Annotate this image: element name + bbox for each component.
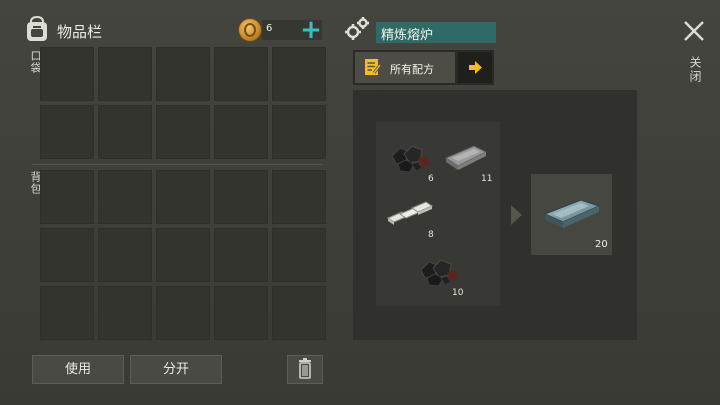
ingredient-slot[interactable]: 8: [382, 190, 436, 244]
backpack-icon: [27, 15, 47, 41]
inventory-slot[interactable]: [214, 170, 268, 224]
inventory-slot[interactable]: [214, 286, 268, 340]
inventory-slot[interactable]: [98, 47, 152, 101]
ingredients-box: 6 11 8 10: [376, 122, 500, 306]
ingredient-count: 6: [428, 174, 434, 184]
backpack-grid: [40, 170, 326, 340]
coin-icon: [238, 18, 262, 42]
close-icon[interactable]: [682, 19, 706, 43]
inventory-slot[interactable]: [98, 286, 152, 340]
output-count: 20: [595, 239, 608, 250]
silver-bars-icon: [386, 201, 434, 225]
inventory-slot[interactable]: [214, 228, 268, 282]
ingredient-slot[interactable]: 11: [440, 134, 494, 188]
coin-count: 6: [266, 23, 273, 34]
inventory-slot[interactable]: [272, 286, 326, 340]
inventory-slot[interactable]: [40, 170, 94, 224]
inventory-slot[interactable]: [40, 105, 94, 159]
inventory-slot[interactable]: [272, 105, 326, 159]
furnace-title: 精炼熔炉: [381, 28, 434, 43]
inventory-slot[interactable]: [156, 47, 210, 101]
inventory-slot[interactable]: [272, 228, 326, 282]
close-label[interactable]: 关闭: [687, 56, 704, 84]
inventory-slot[interactable]: [272, 170, 326, 224]
use-button[interactable]: 使用: [32, 355, 124, 384]
recipe-book-icon: [365, 59, 382, 75]
arrow-right-icon: [469, 61, 482, 74]
add-coins-button[interactable]: +: [300, 17, 322, 43]
ingredient-slot[interactable]: 6: [382, 134, 436, 188]
trash-icon: [299, 358, 311, 379]
ingredient-count: 8: [428, 230, 434, 240]
inventory-slot[interactable]: [156, 105, 210, 159]
all-recipes-label: 所有配方: [390, 63, 434, 76]
ingredient-slot[interactable]: 10: [411, 248, 465, 302]
inventory-slot[interactable]: [40, 228, 94, 282]
inventory-slot[interactable]: [214, 47, 268, 101]
split-button[interactable]: 分开: [130, 355, 222, 384]
inventory-slot[interactable]: [40, 47, 94, 101]
divider: [32, 164, 322, 165]
coal-icon: [391, 145, 430, 173]
pocket-grid: [40, 47, 326, 159]
inventory-slot[interactable]: [156, 228, 210, 282]
inventory-slot[interactable]: [98, 170, 152, 224]
craft-arrow-icon: [511, 205, 522, 225]
inventory-slot[interactable]: [98, 228, 152, 282]
trash-button[interactable]: [287, 355, 323, 384]
inventory-slot[interactable]: [214, 105, 268, 159]
inventory-title: 物品栏: [57, 23, 103, 41]
iron-bar-icon: [444, 145, 488, 170]
inventory-slot[interactable]: [156, 170, 210, 224]
inventory-slot[interactable]: [272, 47, 326, 101]
inventory-slot[interactable]: [98, 105, 152, 159]
ingredient-count: 11: [481, 174, 493, 184]
inventory-slot[interactable]: [156, 286, 210, 340]
recipes-arrow-button[interactable]: [458, 52, 492, 83]
gears-icon: [345, 17, 369, 40]
coal-icon: [420, 259, 459, 287]
ingredient-count: 10: [452, 288, 464, 298]
inventory-slot[interactable]: [40, 286, 94, 340]
